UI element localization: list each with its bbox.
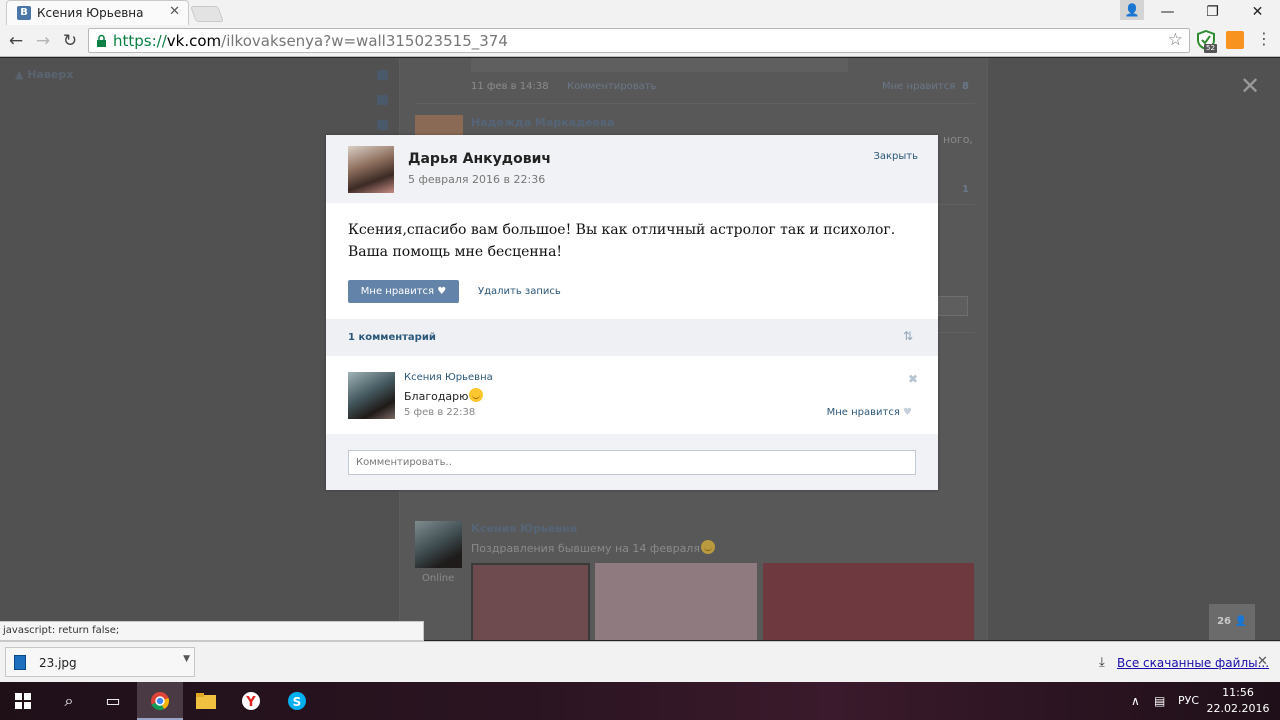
divider bbox=[415, 103, 975, 104]
tab-title: Ксения Юрьевна bbox=[37, 6, 144, 20]
back-to-top-link[interactable]: ▲ Наверх bbox=[15, 68, 73, 81]
file-explorer-icon[interactable] bbox=[183, 682, 229, 720]
browser-tab[interactable]: B Ксения Юрьевна ✕ bbox=[6, 0, 189, 25]
notification-icon[interactable]: ▤ bbox=[1154, 694, 1165, 708]
post-date[interactable]: 5 февраля 2016 в 22:36 bbox=[408, 173, 545, 186]
comment-input[interactable] bbox=[938, 296, 968, 316]
lock-icon bbox=[97, 34, 106, 47]
status-bubble: javascript: return false; bbox=[0, 621, 424, 641]
post-photo[interactable] bbox=[763, 563, 974, 640]
chrome-icon[interactable] bbox=[137, 682, 183, 720]
image-file-icon bbox=[14, 655, 26, 670]
vk-favicon-icon: B bbox=[17, 6, 31, 20]
menu-icon[interactable]: ⋮ bbox=[1256, 29, 1272, 48]
download-bar: 23.jpg ▼ ⤓ Все скачанные файлы... ✕ bbox=[0, 641, 1280, 682]
skype-icon[interactable]: S bbox=[274, 682, 320, 720]
post-dialog: Дарья Анкудович 5 февраля 2016 в 22:36 З… bbox=[326, 135, 938, 490]
left-icons bbox=[377, 70, 389, 145]
window-controls: — ❐ ✕ bbox=[1145, 0, 1280, 25]
extension-badge: 52 bbox=[1204, 44, 1217, 53]
comments-count[interactable]: 1 комментарий bbox=[348, 332, 436, 343]
close-downloads-icon[interactable]: ✕ bbox=[1257, 654, 1268, 669]
online-friends-counter[interactable]: 26 👤 bbox=[1209, 604, 1255, 640]
comments-header: 1 комментарий ⇅ bbox=[326, 319, 938, 356]
bookmark-star-icon[interactable]: ☆ bbox=[1168, 30, 1183, 50]
post-author[interactable]: Надежда Маркадеева bbox=[471, 116, 614, 129]
author-avatar[interactable] bbox=[348, 146, 394, 193]
chat-icon[interactable] bbox=[377, 95, 388, 105]
language-indicator[interactable]: РУС bbox=[1178, 694, 1199, 707]
comment-text: Благодарю bbox=[404, 388, 484, 403]
like-link[interactable]: Мне нравится bbox=[882, 81, 955, 92]
heart-icon: ♥ bbox=[437, 286, 447, 297]
comment-link[interactable]: Комментировать bbox=[567, 81, 657, 92]
address-bar[interactable]: https://vk.com/ilkovaksenya?w=wall315023… bbox=[88, 28, 1190, 53]
settings-gear-icon[interactable] bbox=[377, 120, 388, 130]
like-button[interactable]: Мне нравится ♥ bbox=[348, 280, 459, 303]
like-count: 8 bbox=[962, 81, 969, 92]
bookmark-manager-icon[interactable] bbox=[1226, 31, 1244, 49]
delete-comment-icon[interactable]: ✖ bbox=[908, 372, 918, 386]
download-icon: ⤓ bbox=[1099, 655, 1105, 670]
svg-text:Y: Y bbox=[245, 695, 256, 710]
post-snippet: ного, bbox=[943, 133, 973, 146]
svg-text:S: S bbox=[293, 695, 302, 709]
search-icon[interactable]: ⌕ bbox=[46, 682, 92, 720]
comment-author[interactable]: Ксения Юрьевна bbox=[404, 372, 493, 383]
close-dialog-link[interactable]: Закрыть bbox=[873, 151, 918, 162]
task-view-icon[interactable]: ▭ bbox=[90, 682, 136, 720]
post-header: Дарья Анкудович 5 февраля 2016 в 22:36 З… bbox=[326, 135, 938, 203]
comment-avatar[interactable] bbox=[348, 372, 395, 419]
post-text: Поздравления бывшему на 14 февраля bbox=[471, 540, 715, 555]
avatar[interactable] bbox=[415, 521, 462, 568]
smile-emoji-icon bbox=[700, 540, 715, 554]
restore-button[interactable]: ❐ bbox=[1190, 0, 1235, 25]
tab-close-icon[interactable]: ✕ bbox=[169, 4, 180, 19]
browser-toolbar: ← → ↻ https://vk.com/ilkovaksenya?w=wall… bbox=[0, 25, 1280, 57]
post-body: Ксения,спасибо вам большое! Вы как отлич… bbox=[348, 222, 896, 260]
post-date: 11 фев в 14:38 bbox=[471, 81, 549, 92]
show-all-downloads-link[interactable]: Все скачанные файлы... bbox=[1117, 656, 1269, 670]
comment-like-link[interactable]: Мне нравится ♥ bbox=[827, 407, 912, 418]
delete-post-link[interactable]: Удалить запись bbox=[478, 286, 561, 297]
windows-start-icon[interactable] bbox=[0, 682, 46, 720]
smile-emoji-icon bbox=[469, 388, 484, 402]
download-file-name: 23.jpg bbox=[39, 656, 77, 670]
post-photo[interactable] bbox=[471, 563, 590, 640]
comment-date[interactable]: 5 фев в 22:38 bbox=[404, 407, 475, 418]
windows-taskbar: ⌕ ▭ Y S ∧ ▤ РУС 11:56 22.02.2016 bbox=[0, 682, 1280, 720]
minimize-button[interactable]: — bbox=[1145, 0, 1190, 25]
close-icon[interactable]: ✕ bbox=[1240, 72, 1260, 100]
yandex-browser-icon[interactable]: Y bbox=[228, 682, 274, 720]
mail-icon[interactable] bbox=[377, 70, 388, 80]
close-window-button[interactable]: ✕ bbox=[1235, 0, 1280, 25]
chevron-down-icon[interactable]: ▼ bbox=[183, 654, 190, 664]
feed-input-box bbox=[471, 58, 848, 72]
new-tab-button[interactable] bbox=[190, 6, 224, 22]
post-author[interactable]: Ксения Юрьевна bbox=[471, 522, 577, 535]
heart-icon: ♥ bbox=[903, 407, 912, 418]
online-status: Online bbox=[422, 573, 455, 584]
browser-titlebar: B Ксения Юрьевна ✕ 👤 — ❐ ✕ bbox=[0, 0, 1280, 25]
url-text: https://vk.com/ilkovaksenya?w=wall315023… bbox=[113, 32, 508, 50]
reply-area bbox=[326, 434, 938, 490]
post-author-name[interactable]: Дарья Анкудович bbox=[408, 151, 551, 167]
back-arrow-icon[interactable]: ← bbox=[5, 30, 27, 52]
tray-expand-icon[interactable]: ∧ bbox=[1131, 694, 1140, 708]
profile-icon[interactable]: 👤 bbox=[1120, 0, 1144, 20]
post-photo[interactable] bbox=[595, 563, 757, 640]
system-clock[interactable]: 11:56 22.02.2016 bbox=[1206, 685, 1270, 717]
reload-icon[interactable]: ↻ bbox=[59, 30, 81, 52]
forward-arrow-icon[interactable]: → bbox=[32, 30, 54, 52]
avatar[interactable] bbox=[415, 115, 463, 135]
comment-input[interactable] bbox=[348, 450, 916, 475]
download-item[interactable]: 23.jpg ▼ bbox=[5, 647, 195, 677]
sort-arrows-icon[interactable]: ⇅ bbox=[903, 329, 913, 343]
like-count: 1 bbox=[962, 184, 969, 195]
